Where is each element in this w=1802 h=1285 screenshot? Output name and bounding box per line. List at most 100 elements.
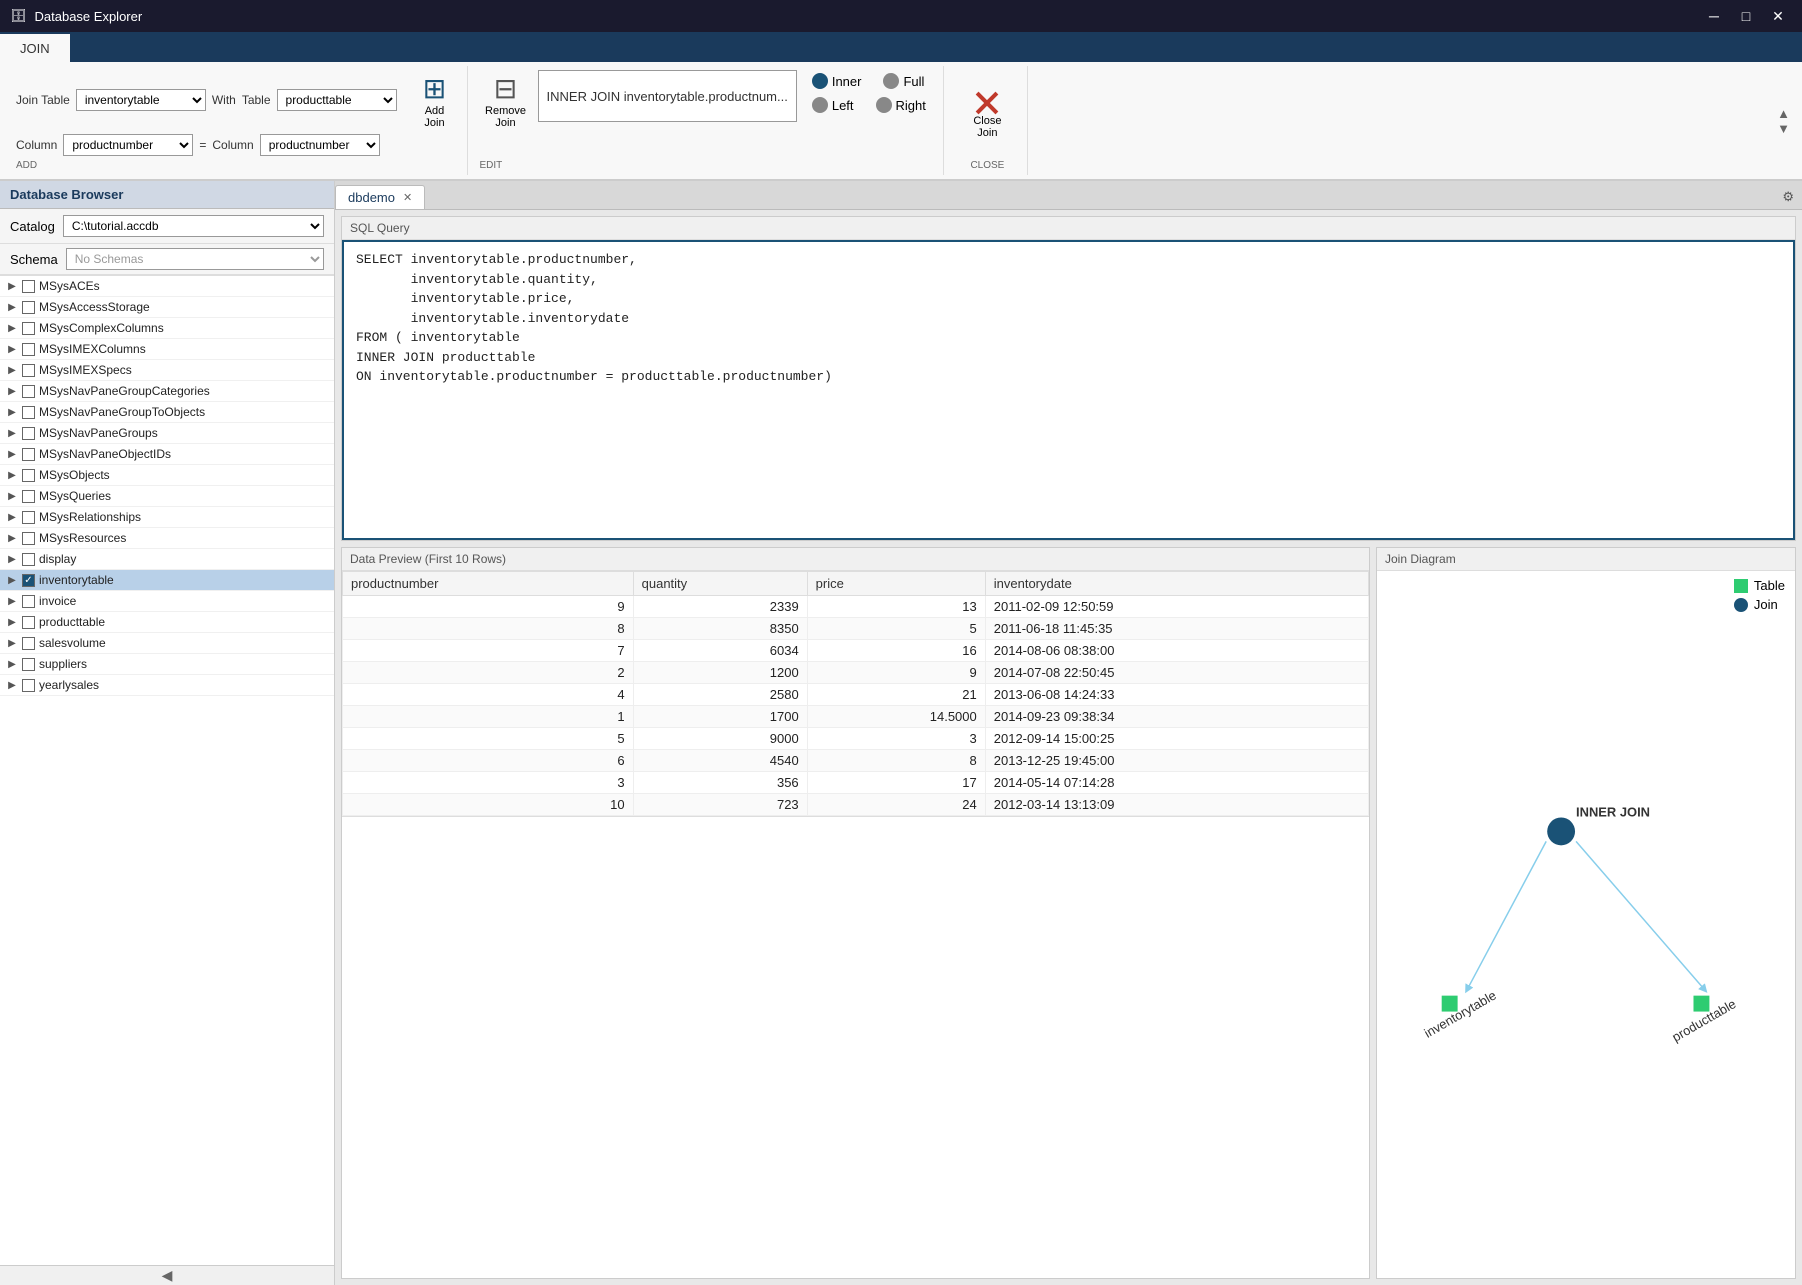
tree-checkbox-msysobjects[interactable] xyxy=(22,469,35,482)
col-inventorydate: inventorydate xyxy=(985,572,1368,596)
tree-expand-invoice[interactable]: ▶ xyxy=(6,595,18,607)
schema-label: Schema xyxy=(10,252,58,267)
tree-item-msysnavpanegroups[interactable]: ▶MSysNavPaneGroups xyxy=(0,423,334,444)
tree-expand-msysaccessstorage[interactable]: ▶ xyxy=(6,301,18,313)
tree-item-invoice[interactable]: ▶invoice xyxy=(0,591,334,612)
table-cell-r2-c2: 16 xyxy=(807,640,985,662)
tree-item-inventorytable[interactable]: ▶✓inventorytable xyxy=(0,570,334,591)
tree-expand-msysqueries[interactable]: ▶ xyxy=(6,490,18,502)
tree-expand-msysobjects[interactable]: ▶ xyxy=(6,469,18,481)
tree-expand-msysaces[interactable]: ▶ xyxy=(6,280,18,292)
tree-expand-msysimexspecs[interactable]: ▶ xyxy=(6,364,18,376)
tree-item-msysqueries[interactable]: ▶ MSysQueries xyxy=(0,486,334,507)
add-join-icon: ⊞ xyxy=(423,72,446,105)
tree-checkbox-msysqueries[interactable] xyxy=(22,490,35,503)
table-cell-r6-c2: 3 xyxy=(807,728,985,750)
close-button[interactable]: ✕ xyxy=(1764,5,1792,27)
tree-item-msysaccessstorage[interactable]: ▶MSysAccessStorage xyxy=(0,297,334,318)
tree-checkbox-msysnavpanegrouptoobjects[interactable] xyxy=(22,406,35,419)
tree-checkbox-invoice[interactable] xyxy=(22,595,35,608)
tree-checkbox-msysnavpaneobjectids[interactable] xyxy=(22,448,35,461)
tree-checkbox-msysimexcolumns[interactable] xyxy=(22,343,35,356)
table-row: 6454082013-12-25 19:45:00 xyxy=(343,750,1369,772)
tree-checkbox-msysnavpanegroupcategories[interactable] xyxy=(22,385,35,398)
tree-checkbox-msyscomplexcolumns[interactable] xyxy=(22,322,35,335)
tree-checkbox-msysresources[interactable] xyxy=(22,532,35,545)
add-group-content: Join Table inventorytable With Table pro… xyxy=(16,70,459,156)
sidebar-scroll-left[interactable]: ◀ xyxy=(0,1265,334,1285)
tree-checkbox-salesvolume[interactable] xyxy=(22,637,35,650)
left-button[interactable]: Left xyxy=(803,94,863,116)
tree-item-msysnavpaneobjectids[interactable]: ▶MSysNavPaneObjectIDs xyxy=(0,444,334,465)
column1-select[interactable]: productnumber xyxy=(63,134,193,156)
schema-select[interactable]: No Schemas xyxy=(66,248,324,270)
tree-expand-display[interactable]: ▶ xyxy=(6,553,18,565)
tree-checkbox-suppliers[interactable] xyxy=(22,658,35,671)
tree-expand-msysnavpanegroupcategories[interactable]: ▶ xyxy=(6,385,18,397)
full-button[interactable]: Full xyxy=(874,70,933,92)
tree-item-msysaces[interactable]: ▶MSysACEs xyxy=(0,276,334,297)
tree-item-msysnavpanegroupcategories[interactable]: ▶MSysNavPaneGroupCategories xyxy=(0,381,334,402)
tree-checkbox-msysrelationships[interactable] xyxy=(22,511,35,524)
remove-join-button[interactable]: ⊟ Remove Join xyxy=(480,70,532,130)
ribbon-group-close: Close Join CLOSE xyxy=(948,66,1028,175)
tree-checkbox-display[interactable] xyxy=(22,553,35,566)
inner-button[interactable]: Inner xyxy=(803,70,871,92)
tree-item-msysrelationships[interactable]: ▶MSysRelationships xyxy=(0,507,334,528)
tree-checkbox-yearlysales[interactable] xyxy=(22,679,35,692)
tree-expand-msysnavpanegroups[interactable]: ▶ xyxy=(6,427,18,439)
tab-close-button[interactable]: ✕ xyxy=(403,191,412,204)
maximize-button[interactable]: □ xyxy=(1732,5,1760,27)
tree-expand-msysnavpaneobjectids[interactable]: ▶ xyxy=(6,448,18,460)
tree-item-msysimexspecs[interactable]: ▶MSysIMEXSpecs xyxy=(0,360,334,381)
table-row: 5900032012-09-14 15:00:25 xyxy=(343,728,1369,750)
tree-item-salesvolume[interactable]: ▶salesvolume xyxy=(0,633,334,654)
sql-query-editor[interactable]: SELECT inventorytable.productnumber, inv… xyxy=(342,240,1795,540)
ribbon-group-add: Join Table inventorytable With Table pro… xyxy=(8,66,468,175)
right-button[interactable]: Right xyxy=(867,94,935,116)
edit-preview-text: INNER JOIN inventorytable.productnum... xyxy=(547,89,788,104)
data-preview-label: Data Preview (First 10 Rows) xyxy=(342,548,1369,571)
tree-checkbox-inventorytable[interactable]: ✓ xyxy=(22,574,35,587)
tree-checkbox-msysnavpanegroups[interactable] xyxy=(22,427,35,440)
tree-label-msysqueries: MSysQueries xyxy=(39,489,111,503)
catalog-select[interactable]: C:\tutorial.accdb xyxy=(63,215,324,237)
column2-select[interactable]: productnumber xyxy=(260,134,380,156)
tree-item-msysnavpanegrouptoobjects[interactable]: ▶MSysNavPaneGroupToObjects xyxy=(0,402,334,423)
tree-item-yearlysales[interactable]: ▶yearlysales xyxy=(0,675,334,696)
tree-item-msyscomplexcolumns[interactable]: ▶MSysComplexColumns xyxy=(0,318,334,339)
tree-checkbox-msysimexspecs[interactable] xyxy=(22,364,35,377)
tree-expand-msysrelationships[interactable]: ▶ xyxy=(6,511,18,523)
tree-item-producttable[interactable]: ▶producttable xyxy=(0,612,334,633)
remove-join-icon: ⊟ xyxy=(494,72,517,105)
add-join-button[interactable]: ⊞ Add Join xyxy=(411,70,459,130)
table-select[interactable]: producttable xyxy=(277,89,397,111)
tree-item-suppliers[interactable]: ▶suppliers xyxy=(0,654,334,675)
tree-item-display[interactable]: ▶display xyxy=(0,549,334,570)
tree-checkbox-msysaces[interactable] xyxy=(22,280,35,293)
table-row: 8835052011-06-18 11:45:35 xyxy=(343,618,1369,640)
tree-label-msysresources: MSysResources xyxy=(39,531,126,545)
join-table-select[interactable]: inventorytable xyxy=(76,89,206,111)
close-join-button[interactable]: Close Join xyxy=(957,83,1017,143)
tree-expand-yearlysales[interactable]: ▶ xyxy=(6,679,18,691)
tree-expand-suppliers[interactable]: ▶ xyxy=(6,658,18,670)
ribbon-tab-join[interactable]: JOIN xyxy=(0,32,70,62)
tree-checkbox-producttable[interactable] xyxy=(22,616,35,629)
sql-query-section: SQL Query SELECT inventorytable.productn… xyxy=(341,216,1796,541)
tree-expand-salesvolume[interactable]: ▶ xyxy=(6,637,18,649)
ribbon-scroll-arrow[interactable]: ▲ ▼ xyxy=(1773,66,1794,175)
tree-item-msysimexcolumns[interactable]: ▶MSysIMEXColumns xyxy=(0,339,334,360)
tab-dbdemo[interactable]: dbdemo ✕ xyxy=(335,185,425,209)
tree-checkbox-msysaccessstorage[interactable] xyxy=(22,301,35,314)
tree-expand-msyscomplexcolumns[interactable]: ▶ xyxy=(6,322,18,334)
tree-expand-producttable[interactable]: ▶ xyxy=(6,616,18,628)
tree-expand-msysimexcolumns[interactable]: ▶ xyxy=(6,343,18,355)
tree-expand-msysresources[interactable]: ▶ xyxy=(6,532,18,544)
tree-item-msysobjects[interactable]: ▶MSysObjects xyxy=(0,465,334,486)
tree-item-msysresources[interactable]: ▶ MSysResources xyxy=(0,528,334,549)
tree-expand-inventorytable[interactable]: ▶ xyxy=(6,574,18,586)
minimize-button[interactable]: ─ xyxy=(1700,5,1728,27)
tree-expand-msysnavpanegrouptoobjects[interactable]: ▶ xyxy=(6,406,18,418)
tab-settings-icon[interactable]: ⚙ xyxy=(1774,185,1802,209)
